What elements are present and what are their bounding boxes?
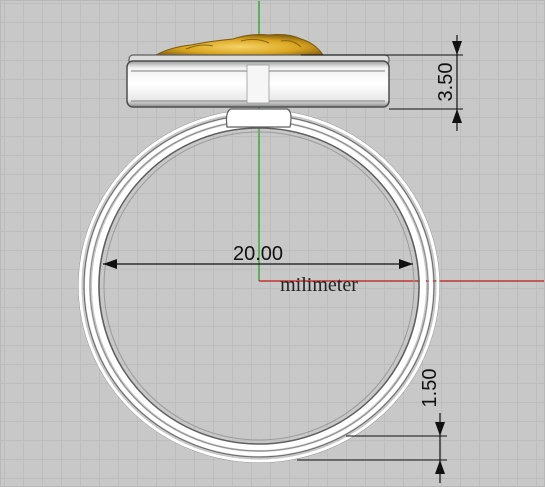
setting-bridge xyxy=(225,108,292,128)
units-label: milimeter xyxy=(280,274,358,296)
rhino-viewport[interactable]: 20.00 milimeter 3.50 1.50 xyxy=(0,0,545,487)
diameter-value: 20.00 xyxy=(233,243,283,265)
band-thickness-value: 1.50 xyxy=(419,369,441,408)
diameter-dimension[interactable]: 20.00 xyxy=(103,243,413,269)
setting-height-value: 3.50 xyxy=(435,63,457,102)
bezel-cup[interactable] xyxy=(126,54,390,108)
viewport-scene: 20.00 milimeter 3.50 1.50 xyxy=(78,1,544,483)
band-thickness-dimension[interactable]: 1.50 xyxy=(297,369,447,483)
